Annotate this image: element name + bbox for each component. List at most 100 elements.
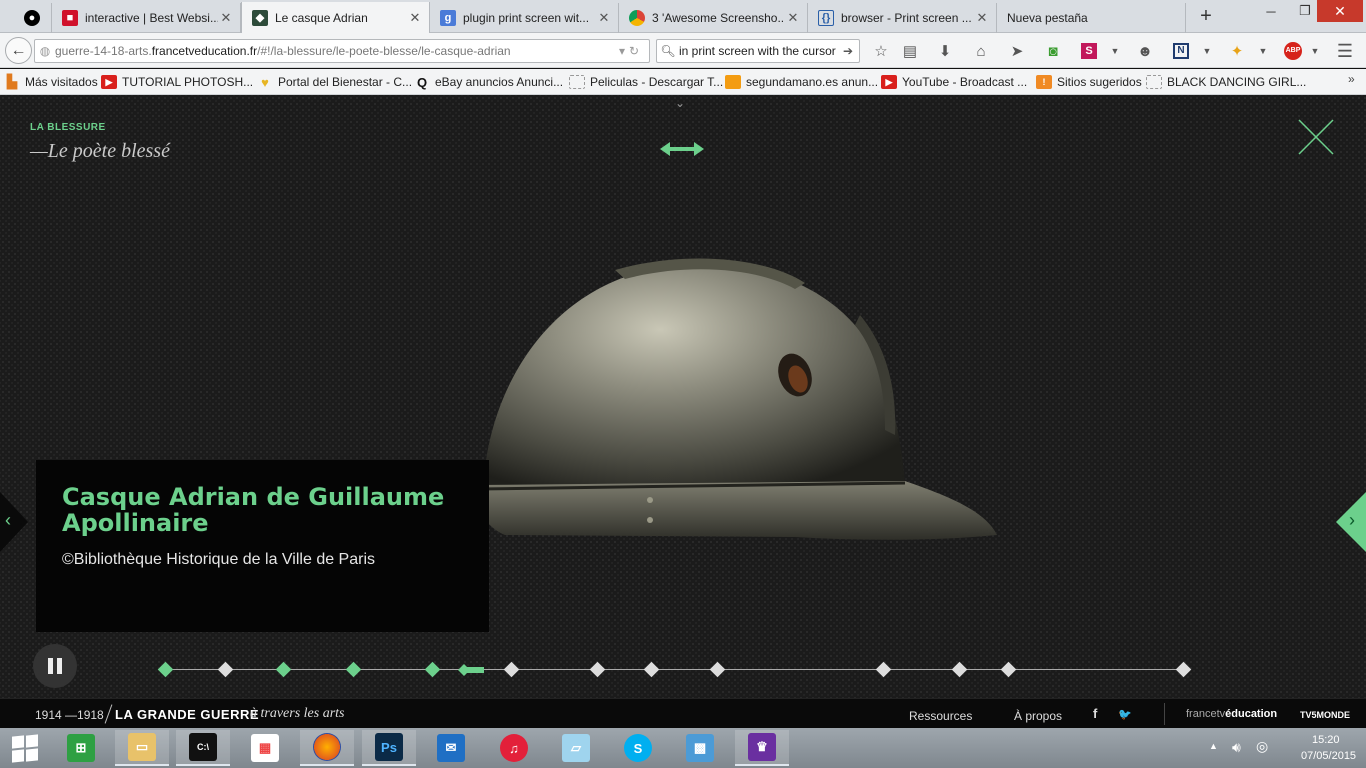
mail-app[interactable]: ✉ — [424, 730, 478, 766]
close-tab-icon[interactable]: ✕ — [218, 10, 234, 26]
bookmark-item[interactable]: segundamano.es anun... — [725, 73, 878, 91]
section-label[interactable]: LA BLESSURE — [30, 122, 106, 133]
skype-app[interactable]: S — [611, 730, 665, 766]
tab-browser-print-screen[interactable]: {} browser - Print screen ... ✕ — [808, 3, 997, 33]
trophy-app[interactable]: ♛ — [735, 730, 789, 766]
photoshop-app[interactable]: Ps — [362, 730, 416, 766]
bookmark-item[interactable]: ! Sitios sugeridos — [1036, 73, 1142, 91]
drag-arrows-icon[interactable] — [660, 139, 704, 159]
tab-github[interactable]: ● — [14, 3, 52, 33]
url-bar[interactable]: ◍ guerre-14-18-arts.francetveducation.fr… — [34, 39, 650, 63]
timeline-step[interactable] — [157, 661, 174, 678]
chevron-down-icon[interactable]: ▼ — [1196, 41, 1218, 61]
section-subtitle[interactable]: —Le poète blessé — [30, 140, 170, 163]
resources-link[interactable]: Ressources — [909, 709, 972, 723]
close-tab-icon[interactable]: ✕ — [785, 10, 801, 26]
new-tab-button[interactable]: + — [1196, 5, 1216, 28]
chevron-left-icon[interactable]: ‹ — [5, 510, 11, 531]
facebook-icon[interactable]: f — [1093, 706, 1097, 721]
chevron-right-icon[interactable]: › — [1349, 510, 1355, 531]
bookmark-item[interactable]: ▙ Más visitados — [4, 73, 98, 91]
partner-name-bold: éducation — [1225, 708, 1278, 720]
tab-plugin-print-screen[interactable]: g plugin print screen wit... ✕ — [430, 3, 619, 33]
back-button[interactable]: ← — [5, 37, 32, 64]
bookmark-star-icon[interactable]: ☆ — [870, 41, 892, 61]
timeline-step[interactable] — [875, 661, 892, 678]
clock-time[interactable]: 15:20 — [1312, 734, 1340, 746]
network-icon[interactable]: ◎ — [1256, 738, 1268, 755]
chevron-down-icon[interactable]: ▼ — [1304, 41, 1326, 61]
site-brand[interactable]: LA GRANDE GUERRE — [115, 707, 259, 722]
camera-icon[interactable]: ◙ — [1042, 41, 1064, 61]
chevron-down-icon[interactable]: ▼ — [1252, 41, 1274, 61]
search-go-icon[interactable]: ➔ — [843, 44, 859, 58]
close-tab-icon[interactable]: ✕ — [974, 10, 990, 26]
site-brand-subtitle[interactable]: à travers les arts — [250, 706, 345, 722]
bookmark-item[interactable]: BLACK DANCING GIRL... — [1146, 73, 1306, 91]
show-hidden-icons-icon[interactable]: ▲ — [1209, 741, 1218, 751]
francetv-education-logo[interactable]: francetvéducation — [1186, 708, 1277, 720]
bookmark-item[interactable]: ▶ YouTube - Broadcast ... — [881, 73, 1027, 91]
tab-new[interactable]: Nueva pestaña — [997, 3, 1186, 33]
chat-icon[interactable]: ☻ — [1134, 41, 1156, 61]
bookmark-item[interactable]: QeBay anuncios Anunci... — [414, 73, 563, 91]
timeline-step[interactable] — [589, 661, 606, 678]
clock-date[interactable]: 07/05/2015 — [1301, 750, 1356, 762]
close-tab-icon[interactable]: ✕ — [407, 10, 423, 26]
itunes-app[interactable]: ♫ — [487, 730, 541, 766]
bookmark-item[interactable]: Peliculas - Descargar T... — [569, 73, 723, 91]
url-dropdown-reload-icons[interactable]: ▾↻ — [613, 44, 649, 58]
timeline-step[interactable] — [643, 661, 660, 678]
bookmarks-overflow-button[interactable]: » — [1348, 72, 1355, 86]
tab-casque-adrian[interactable]: ◆ Le casque Adrian ✕ — [241, 2, 430, 33]
timeline-step[interactable] — [217, 661, 234, 678]
screenshot-s-icon[interactable]: S — [1078, 41, 1100, 61]
timeline-current-marker[interactable] — [458, 664, 486, 676]
tv5monde-logo[interactable]: TV5MONDE — [1300, 710, 1350, 720]
news-n-icon[interactable]: N — [1170, 41, 1192, 61]
firefox-app[interactable] — [300, 730, 354, 766]
chevron-down-icon[interactable]: ▼ — [1104, 41, 1126, 61]
timeline-step[interactable] — [1000, 661, 1017, 678]
bookmark-item[interactable]: ♥ Portal del Bienestar - C... — [257, 73, 412, 91]
timeline-step[interactable] — [709, 661, 726, 678]
photos-app[interactable]: ▩ — [673, 730, 727, 766]
explorer-app[interactable]: ▭ — [115, 730, 169, 766]
home-icon[interactable]: ⌂ — [970, 41, 992, 61]
timeline-step[interactable] — [345, 661, 362, 678]
close-window-button[interactable]: ✕ — [1317, 0, 1363, 22]
site-footer: 1914 —1918 LA GRANDE GUERRE à travers le… — [0, 698, 1366, 728]
tab-interactive[interactable]: ■ interactive | Best Websi... ✕ — [52, 3, 241, 33]
volume-icon[interactable]: 🔊︎ — [1232, 739, 1241, 756]
send-icon[interactable]: ➤ — [1006, 41, 1028, 61]
partner-name: francetv — [1186, 708, 1226, 720]
timeline-step[interactable] — [503, 661, 520, 678]
close-icon[interactable] — [1296, 117, 1336, 157]
reading-list-icon[interactable]: ▤ — [899, 41, 921, 61]
maximize-button[interactable]: ❐ — [1290, 0, 1320, 22]
minimize-button[interactable]: ─ — [1256, 0, 1286, 22]
search-input[interactable]: in print screen with the cursor — [679, 44, 843, 58]
notepad-app[interactable]: ▱ — [549, 730, 603, 766]
search-bar[interactable]: 🔍︎ in print screen with the cursor ➔ — [656, 39, 860, 63]
menu-icon[interactable]: ☰ — [1334, 41, 1356, 61]
extension-icon[interactable]: ✦ — [1226, 41, 1248, 61]
download-icon[interactable]: ⬇ — [934, 41, 956, 61]
timeline-step[interactable] — [1175, 661, 1192, 678]
timeline-step[interactable] — [424, 661, 441, 678]
timeline-step[interactable] — [275, 661, 292, 678]
timeline-step[interactable] — [951, 661, 968, 678]
about-link[interactable]: À propos — [1014, 709, 1062, 723]
apps-app[interactable]: ▦ — [238, 730, 292, 766]
timeline-line — [160, 669, 1190, 670]
chevron-down-icon[interactable]: ⌄ — [675, 96, 685, 110]
windows-start-icon[interactable] — [12, 734, 38, 763]
tab-awesome-screenshot[interactable]: 3 'Awesome Screensho... ✕ — [619, 3, 808, 33]
bookmark-item[interactable]: ▶ TUTORIAL PHOTOSH... — [101, 73, 253, 91]
close-tab-icon[interactable]: ✕ — [596, 10, 612, 26]
adblock-icon[interactable]: ABP — [1282, 41, 1304, 61]
square-icon: ■ — [62, 10, 78, 26]
twitter-icon[interactable]: 🐦 — [1118, 708, 1132, 721]
cmd-app[interactable]: C:\ — [176, 730, 230, 766]
store-app[interactable]: ⊞ — [54, 730, 108, 766]
